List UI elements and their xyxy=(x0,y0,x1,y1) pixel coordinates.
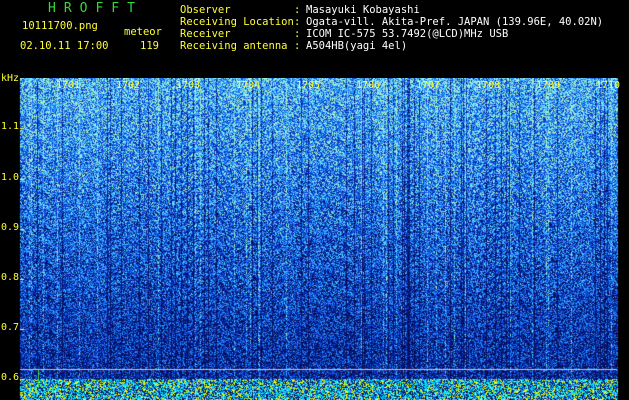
location-value: Ogata-vill. Akita-Pref. JAPAN (139.96E, … xyxy=(306,16,604,28)
antenna-label: Receiving antenna xyxy=(180,40,288,52)
y-tick-label: 0.7 xyxy=(1,322,20,333)
spectrogram xyxy=(0,78,629,400)
y-tick-label: 1.1 xyxy=(1,121,20,132)
file-name: 10111700.png xyxy=(22,20,98,32)
y-tick-label: 0.6 xyxy=(1,372,20,383)
x-tick-label: 1709 xyxy=(536,80,561,91)
x-tick-label: 1706 xyxy=(356,80,381,91)
x-tick-label: 1702 xyxy=(116,80,141,91)
detection-type-label: meteor xyxy=(124,26,162,38)
y-tick-label: 1.0 xyxy=(1,172,20,183)
x-tick-label: 1710 xyxy=(596,80,621,91)
x-tick-label: 1701 xyxy=(56,80,81,91)
meteor-count: 119 xyxy=(140,40,159,52)
colon: : xyxy=(294,16,301,28)
x-tick-label: 1703 xyxy=(176,80,201,91)
x-tick-label: 1708 xyxy=(476,80,501,91)
observer-value: Masayuki Kobayashi xyxy=(306,4,420,16)
timestamp: 02.10.11 17:00 xyxy=(20,40,109,52)
x-tick-label: 1704 xyxy=(236,80,261,91)
y-tick-label: 0.9 xyxy=(1,222,20,233)
colon: : xyxy=(294,4,301,16)
app-logo: HROFFT xyxy=(48,1,143,16)
location-label: Receiving Location xyxy=(180,16,294,28)
receiver-value: ICOM IC-575 53.7492(@LCD)MHz USB xyxy=(306,28,509,40)
antenna-value: A504HB(yagi 4el) xyxy=(306,40,408,52)
y-tick-label: 0.8 xyxy=(1,272,20,283)
colon: : xyxy=(294,28,301,40)
y-axis-unit: kHz xyxy=(1,73,20,84)
x-tick-label: 1707 xyxy=(416,80,441,91)
colon: : xyxy=(294,40,301,52)
receiver-label: Receiver xyxy=(180,28,231,40)
observer-label: Observer xyxy=(180,4,231,16)
x-tick-label: 1705 xyxy=(296,80,321,91)
